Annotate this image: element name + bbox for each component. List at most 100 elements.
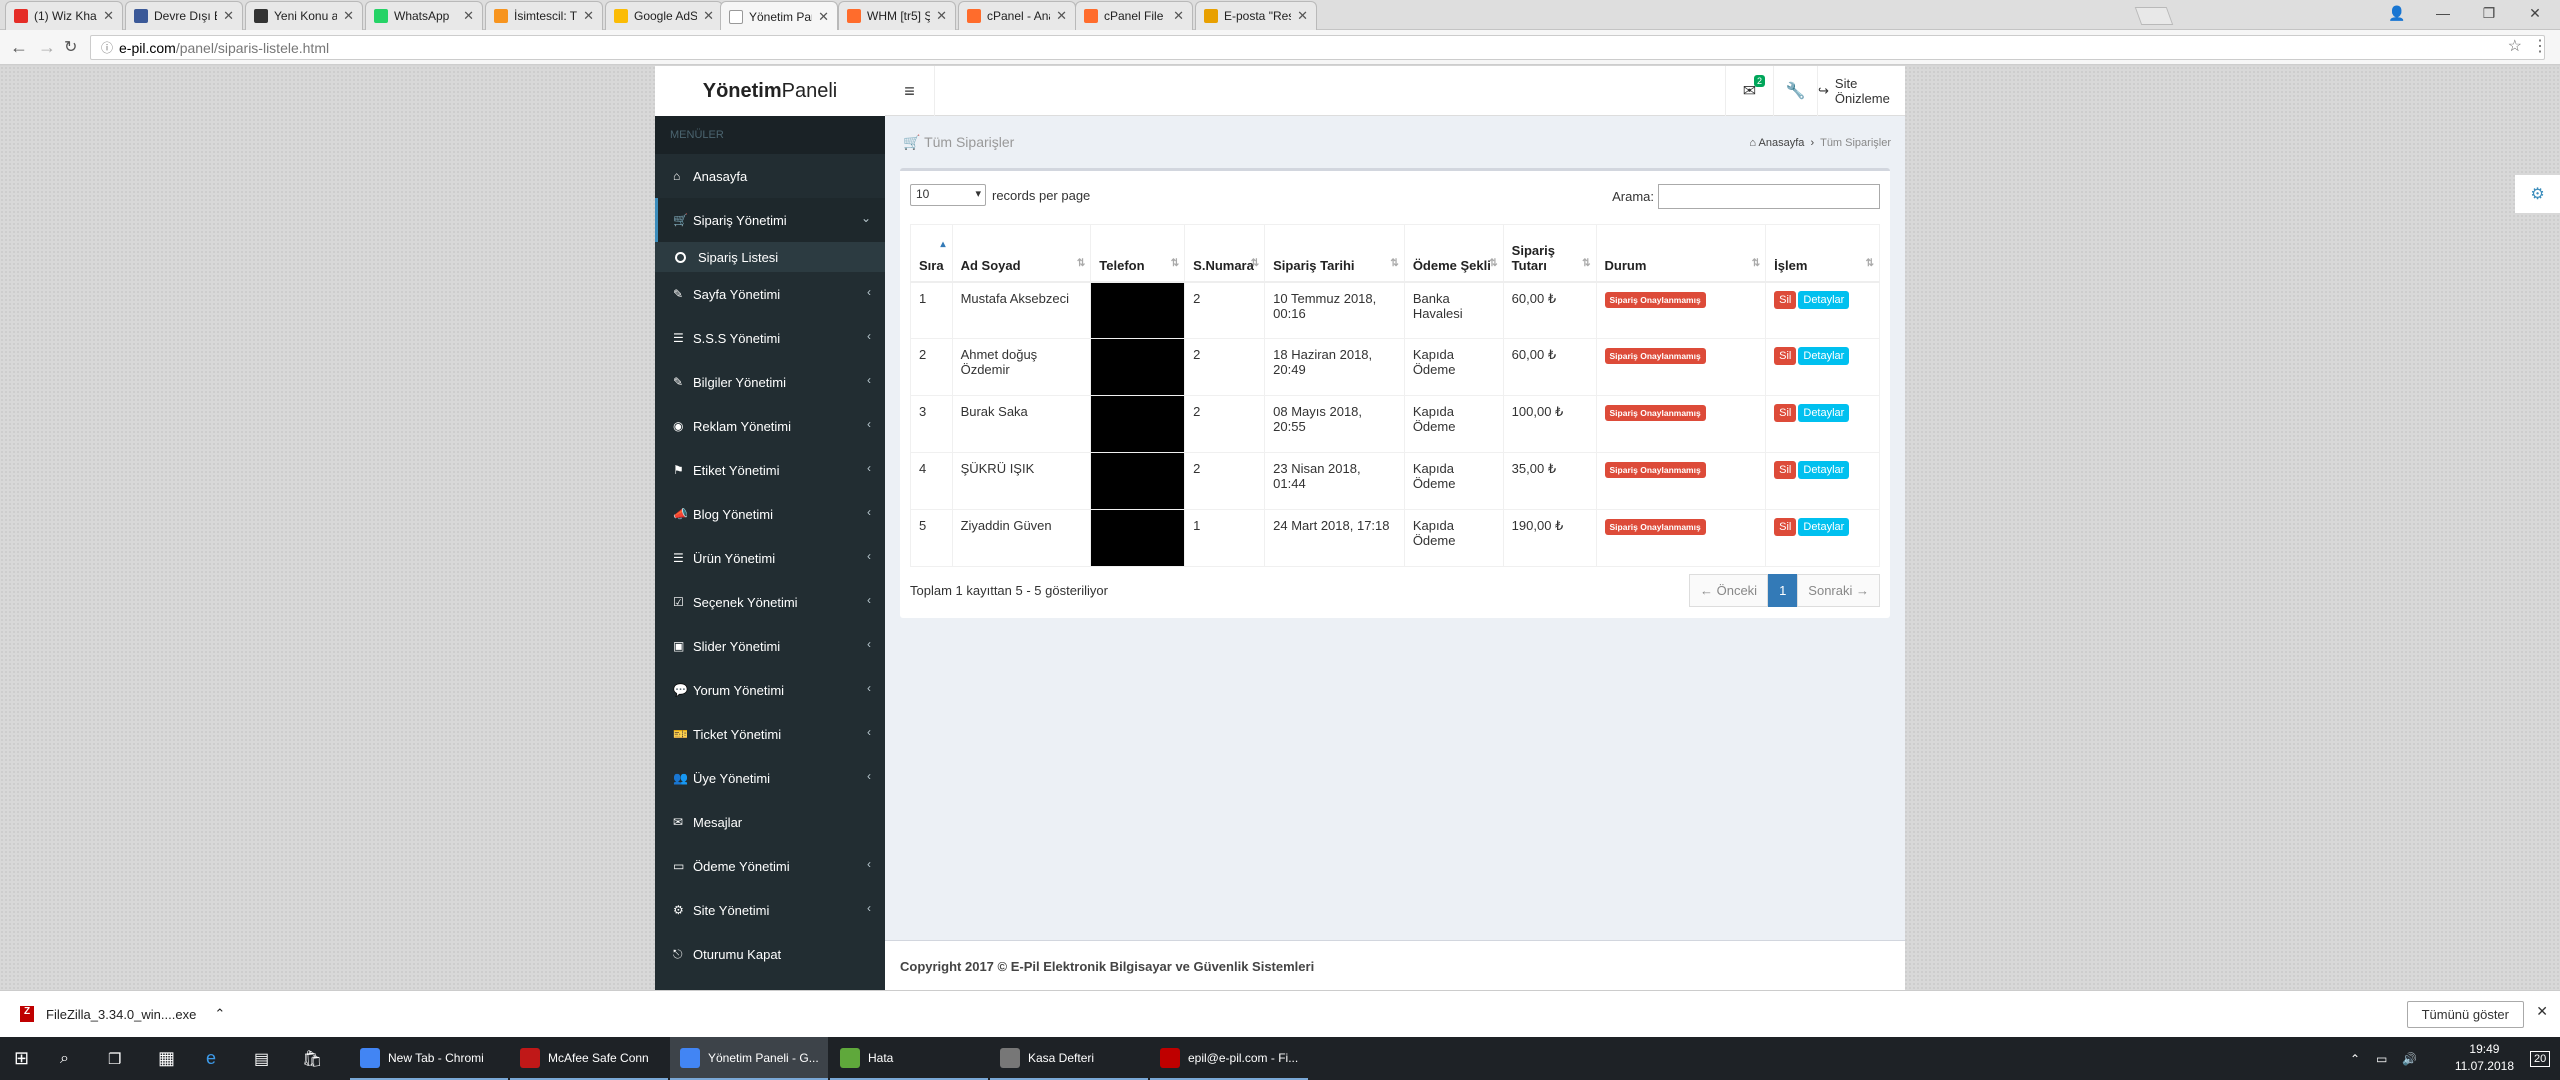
tab-close-icon[interactable]: ✕ <box>583 8 594 24</box>
tab-close-icon[interactable]: ✕ <box>463 8 474 24</box>
sidebar-item[interactable]: ☰ Ürün Yönetimi ‹ <box>655 536 885 580</box>
records-per-page-select[interactable]: 10 <box>910 184 986 206</box>
info-icon[interactable]: ⓘ <box>101 39 113 56</box>
breadcrumb-home[interactable]: Anasayfa <box>1759 137 1805 149</box>
back-icon[interactable]: ← <box>10 37 28 58</box>
browser-tab[interactable]: WHM [tr5] Şifre Değiştirm ✕ <box>838 1 956 30</box>
browser-menu-icon[interactable]: ⋮ <box>2532 36 2548 56</box>
site-preview-link[interactable]: ↪ Site Önizleme <box>1817 66 1905 116</box>
column-header[interactable]: Telefon ⇅ <box>1090 224 1186 283</box>
details-button[interactable]: Detaylar <box>1798 461 1850 479</box>
search-input[interactable] <box>1658 184 1880 209</box>
details-button[interactable]: Detaylar <box>1798 404 1850 422</box>
taskbar-app[interactable]: Hata <box>830 1037 988 1080</box>
task-view-icon[interactable]: ❐ <box>108 1037 121 1080</box>
delete-button[interactable]: Sil <box>1774 290 1797 309</box>
browser-tab[interactable]: Yönetim Paneli ✕ <box>720 1 838 31</box>
messages-icon[interactable]: ✉ 2 <box>1725 66 1773 116</box>
column-header[interactable]: Ödeme Şekli ⇅ <box>1403 224 1504 283</box>
sidebar-item[interactable]: 📣 Blog Yönetimi ‹ <box>655 492 885 536</box>
sidebar-item[interactable]: ✎ Bilgiler Yönetimi ‹ <box>655 360 885 404</box>
next-page-button[interactable]: Sonraki → <box>1797 574 1880 607</box>
details-button[interactable]: Detaylar <box>1798 290 1850 309</box>
reload-icon[interactable]: ↻ <box>64 37 77 57</box>
sidebar-item[interactable]: ✎ Sayfa Yönetimi ‹ <box>655 272 885 316</box>
details-button[interactable]: Detaylar <box>1798 518 1850 536</box>
taskbar-app[interactable]: New Tab - Chromi <box>350 1037 508 1080</box>
browser-tab[interactable]: E-posta "Reseller Hosting ✕ <box>1195 1 1317 30</box>
delete-button[interactable]: Sil <box>1774 518 1797 536</box>
sidebar-item[interactable]: 👥 Üye Yönetimi ‹ <box>655 756 885 800</box>
explorer-icon[interactable]: ▤ <box>254 1037 269 1080</box>
tab-close-icon[interactable]: ✕ <box>1173 8 1184 24</box>
taskbar-app[interactable]: Yönetim Paneli - G... <box>670 1037 828 1080</box>
tab-close-icon[interactable]: ✕ <box>343 8 354 24</box>
show-all-downloads-button[interactable]: Tümünü göster <box>2406 1001 2524 1028</box>
page-1-button[interactable]: 1 <box>1768 574 1798 607</box>
column-header[interactable]: Ad Soyad ⇅ <box>951 224 1092 283</box>
sidebar-item[interactable]: ⎋ Oturumu Kapat <box>655 932 885 976</box>
browser-tab[interactable]: Devre Dışı Bırakılan Öden ✕ <box>125 1 243 30</box>
sidebar-item[interactable]: ☰ S.S.S Yönetimi ‹ <box>655 316 885 360</box>
sidebar-item[interactable]: ⚙ Site Yönetimi ‹ <box>655 888 885 932</box>
taskbar-app[interactable]: Kasa Defteri <box>990 1037 1148 1080</box>
delete-button[interactable]: Sil <box>1774 404 1797 422</box>
wrench-icon[interactable]: 🔧 <box>1773 66 1817 116</box>
column-header[interactable]: Durum ⇅ <box>1595 224 1767 283</box>
browser-tab[interactable]: (1) Wiz Khalifa - Gin & Dr ✕ <box>5 1 123 30</box>
sidebar-item[interactable]: ◉ Reklam Yönetimi ‹ <box>655 404 885 448</box>
tab-close-icon[interactable]: ✕ <box>818 9 829 25</box>
sidebar-item[interactable]: ☑ Seçenek Yönetimi ‹ <box>655 580 885 624</box>
previous-page-button[interactable]: ← Önceki <box>1688 574 1769 607</box>
sidebar-item[interactable]: ⌂ Anasayfa <box>655 154 885 198</box>
column-header[interactable]: Sipariş Tutarı ⇅ <box>1502 224 1597 283</box>
windows-start-icon[interactable]: ⊞ <box>14 1037 29 1080</box>
calculator-icon[interactable]: ▦ <box>158 1037 175 1080</box>
new-tab-button[interactable] <box>2134 7 2174 25</box>
browser-tab[interactable]: Yeni Konu aç - R10.net ✕ <box>245 1 363 30</box>
browser-tab[interactable]: cPanel - Ana Dizin ✕ <box>958 1 1076 30</box>
clock[interactable]: 19:49 11.07.2018 <box>2455 1041 2514 1075</box>
tab-close-icon[interactable]: ✕ <box>1056 8 1067 24</box>
store-icon[interactable]: 🛍 <box>302 1037 322 1080</box>
edge-icon[interactable]: e <box>206 1037 216 1080</box>
bookmark-star-icon[interactable]: ☆ <box>2508 36 2522 56</box>
maximize-button[interactable]: ❐ <box>2466 0 2512 26</box>
profile-icon[interactable]: 👤 <box>2374 0 2420 26</box>
tab-close-icon[interactable]: ✕ <box>703 8 714 24</box>
notifications-icon[interactable]: 20 <box>2530 1037 2551 1080</box>
close-window-button[interactable]: ✕ <box>2512 0 2558 26</box>
forward-icon[interactable]: → <box>38 37 56 58</box>
download-item[interactable]: Z FileZilla_3.34.0_win....exe ⌃ <box>20 1006 225 1022</box>
close-download-bar-icon[interactable]: ✕ <box>2536 1003 2548 1020</box>
delete-button[interactable]: Sil <box>1774 347 1797 365</box>
sidebar-item[interactable]: ⚑ Etiket Yönetimi ‹ <box>655 448 885 492</box>
chevron-up-icon[interactable]: ⌃ <box>214 1006 225 1022</box>
sidebar-toggle-icon[interactable]: ≡ <box>885 66 935 116</box>
column-header[interactable]: Sipariş Tarihi ⇅ <box>1264 224 1405 283</box>
details-button[interactable]: Detaylar <box>1798 347 1850 365</box>
browser-tab[interactable]: Google AdSense ✕ <box>605 1 723 30</box>
sidebar-item[interactable]: ▣ Slider Yönetimi ‹ <box>655 624 885 668</box>
url-input[interactable]: ⓘ e-pil.com/panel/siparis-listele.html <box>90 35 2545 60</box>
taskbar-app[interactable]: epil@e-pil.com - Fi... <box>1150 1037 1308 1080</box>
browser-tab[interactable]: cPanel File Manager v3 ✕ <box>1075 1 1193 30</box>
tab-close-icon[interactable]: ✕ <box>223 8 234 24</box>
tab-close-icon[interactable]: ✕ <box>103 8 114 24</box>
browser-tab[interactable]: WhatsApp ✕ <box>365 1 483 30</box>
sidebar-item[interactable]: 💬 Yorum Yönetimi ‹ <box>655 668 885 712</box>
tray-chevron-icon[interactable]: ⌃ <box>2350 1037 2360 1080</box>
column-header[interactable]: İşlem ⇅ <box>1765 224 1880 283</box>
sidebar-item[interactable]: ▭ Ödeme Yönetimi ‹ <box>655 844 885 888</box>
sidebar-item[interactable]: 🛒 Sipariş Yönetimi ⌄ <box>655 198 885 242</box>
search-icon[interactable]: ⌕ <box>60 1037 69 1080</box>
minimize-button[interactable]: — <box>2420 0 2466 26</box>
network-icon[interactable]: ▭ <box>2376 1037 2387 1080</box>
submenu-item-siparis-listesi[interactable]: Sipariş Listesi <box>655 242 885 272</box>
browser-tab[interactable]: İsimtescil: Türkiye'nin En ✕ <box>485 1 603 30</box>
delete-button[interactable]: Sil <box>1774 461 1797 479</box>
taskbar-app[interactable]: McAfee Safe Conn <box>510 1037 668 1080</box>
sidebar-item[interactable]: ✉ Mesajlar <box>655 800 885 844</box>
column-header[interactable]: Sıra ▴ <box>910 224 953 283</box>
column-header[interactable]: S.Numara ⇅ <box>1184 224 1266 283</box>
